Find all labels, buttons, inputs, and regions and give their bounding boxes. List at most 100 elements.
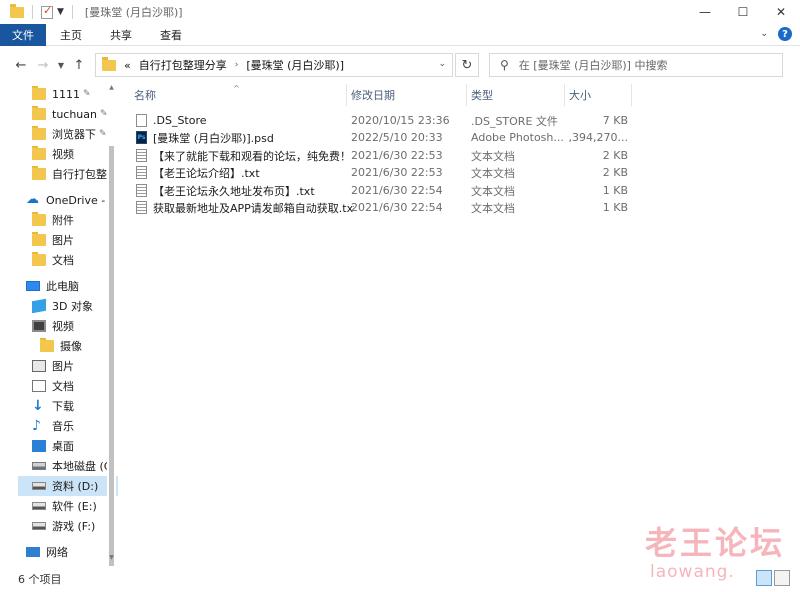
minimize-button[interactable]: — (686, 0, 724, 24)
file-row[interactable]: 【老王论坛永久地址发布页】.txt 2021/6/30 22:54 文本文档 1… (132, 182, 630, 199)
sidebar-item-onedrive-pictures[interactable]: 图片 (32, 230, 118, 250)
tab-file[interactable]: 文件 (0, 23, 46, 46)
details-view-icon[interactable] (756, 570, 772, 586)
address-history-chevron-down-icon[interactable]: ⌄ (438, 59, 446, 69)
up-arrow-icon[interactable]: ↑ (68, 54, 90, 76)
scrollbar-thumb[interactable] (109, 146, 114, 592)
sidebar-item-network[interactable]: 网络 (26, 542, 118, 562)
sidebar-item-onedrive-documents[interactable]: 文档 (32, 250, 118, 270)
folder-icon (32, 146, 46, 160)
text-file-icon (136, 149, 147, 162)
file-name: 【老王论坛介绍】.txt (153, 166, 260, 180)
tab-share[interactable]: 共享 (96, 24, 146, 46)
sidebar-item-tuchuan[interactable]: tuchuan ✎ (32, 104, 118, 124)
address-bar[interactable]: « 自行打包整理分享 › [曼珠堂 (月白沙耶)] ⌄ (95, 53, 453, 77)
sidebar-item-self-packaged[interactable]: 自行打包整 (32, 164, 118, 184)
sidebar-item-label: 摄像 (60, 340, 82, 353)
back-arrow-icon[interactable]: ← (10, 54, 32, 76)
breadcrumb-item[interactable]: 自行打包整理分享 (139, 57, 227, 73)
drive-icon (32, 522, 46, 530)
sidebar-item-label: 图片 (52, 360, 74, 373)
file-row[interactable]: 获取最新地址及APP请发邮箱自动获取.txt 2021/6/30 22:54 文… (132, 199, 630, 216)
sidebar-item-desktop[interactable]: 桌面 (32, 436, 118, 456)
sidebar-item-browser-downloads[interactable]: 浏览器下 ✎ (32, 124, 118, 144)
sidebar-item-onedrive[interactable]: ☁ OneDrive - P (26, 190, 118, 210)
address-row: ← → ▼ ↑ « 自行打包整理分享 › [曼珠堂 (月白沙耶)] ⌄ ↻ ⚲ (0, 47, 800, 83)
ribbon-tabs: 文件 主页 共享 查看 ⌄ ? (0, 23, 800, 46)
tab-view[interactable]: 查看 (146, 24, 196, 46)
pin-icon: ✎ (83, 89, 91, 99)
sidebar-item-documents[interactable]: 文档 (32, 376, 118, 396)
search-icon: ⚲ (500, 58, 509, 72)
tab-home[interactable]: 主页 (46, 24, 96, 46)
sidebar-item-label: 浏览器下 (52, 128, 96, 141)
file-row[interactable]: Ps [曼珠堂 (月白沙耶)].psd 2022/5/10 20:33 Adobe… (132, 129, 630, 146)
quick-access-toolbar: ▼ (10, 0, 77, 24)
large-icons-view-icon[interactable] (774, 570, 790, 586)
column-header-date[interactable]: 修改日期 (347, 84, 467, 106)
sidebar-item-label: 音乐 (52, 420, 74, 433)
sidebar-item-label: 文档 (52, 380, 74, 393)
forward-arrow-icon[interactable]: → (32, 54, 54, 76)
close-button[interactable]: ✕ (762, 0, 800, 24)
generic-file-icon (136, 114, 147, 127)
desktop-icon (32, 440, 46, 452)
search-input[interactable] (518, 58, 769, 72)
sidebar-item-videos[interactable]: 视频 (32, 316, 118, 336)
sidebar-item-label: 软件 (E:) (52, 500, 97, 513)
folder-icon (10, 3, 24, 18)
file-date: 2021/6/30 22:54 (351, 184, 443, 197)
column-header-name[interactable]: 名称 (130, 84, 347, 106)
customize-toolbar-dropdown-icon[interactable]: ▼ (57, 7, 64, 17)
scroll-down-icon[interactable]: ▼ (107, 554, 116, 564)
ribbon-right-controls: ⌄ ? (760, 27, 792, 41)
window-controls: — ☐ ✕ (686, 0, 800, 24)
maximize-button[interactable]: ☐ (724, 0, 762, 24)
breadcrumb-overflow[interactable]: « (124, 59, 131, 72)
sidebar-item-label: 下载 (52, 400, 74, 413)
help-icon[interactable]: ? (778, 27, 792, 41)
photoshop-file-icon: Ps (136, 131, 147, 144)
sidebar-item-downloads[interactable]: ↓ 下载 (32, 396, 118, 416)
folder-icon (32, 86, 46, 100)
search-box[interactable]: ⚲ (489, 53, 783, 77)
scroll-up-icon[interactable]: ▲ (107, 84, 116, 94)
file-row[interactable]: 【来了就能下载和观看的论坛，纯免费！... 2021/6/30 22:53 文本… (132, 147, 630, 164)
file-type: .DS_STORE 文件 (471, 114, 558, 128)
sidebar-item-label: 本地磁盘 (C: (52, 460, 116, 473)
sidebar-item-this-pc[interactable]: 此电脑 (26, 276, 118, 296)
view-switcher (756, 570, 790, 586)
sidebar-item-label: 此电脑 (46, 280, 79, 293)
breadcrumb-chevron-icon[interactable]: › (235, 60, 239, 70)
sidebar-item-drive-e[interactable]: 软件 (E:) (32, 496, 118, 516)
sidebar-item-drive-c[interactable]: 本地磁盘 (C: (32, 456, 118, 476)
folder-icon (32, 212, 46, 226)
sidebar-item-videos-quick[interactable]: 视频 (32, 144, 118, 164)
file-row[interactable]: .DS_Store 2020/10/15 23:36 .DS_STORE 文件 … (132, 112, 630, 129)
breadcrumb-item-current[interactable]: [曼珠堂 (月白沙耶)] (246, 57, 344, 73)
folder-icon (32, 252, 46, 266)
file-type: 文本文档 (471, 166, 515, 180)
sidebar-item-attachments[interactable]: 附件 (32, 210, 118, 230)
sidebar-item-drive-f[interactable]: 游戏 (F:) (32, 516, 118, 536)
pin-icon: ✎ (99, 129, 107, 139)
sidebar-item-3d-objects[interactable]: 3D 对象 (32, 296, 118, 316)
properties-icon[interactable] (41, 4, 53, 19)
file-row[interactable]: 【老王论坛介绍】.txt 2021/6/30 22:53 文本文档 2 KB (132, 164, 630, 181)
expand-ribbon-chevron-down-icon[interactable]: ⌄ (760, 29, 768, 39)
navigation-scrollbar[interactable]: ▲ ▼ (107, 84, 116, 592)
column-header-type[interactable]: 类型 (467, 84, 565, 106)
sidebar-item-1111[interactable]: 1111 ✎ (32, 84, 118, 104)
sidebar-item-pictures[interactable]: 图片 (32, 356, 118, 376)
window-title: [曼珠堂 (月白沙耶)] (84, 6, 183, 19)
file-date: 2020/10/15 23:36 (351, 114, 450, 127)
column-header-size[interactable]: 大小 (565, 84, 632, 106)
recent-locations-chevron-down-icon[interactable]: ▼ (54, 54, 68, 76)
sidebar-item-label: 3D 对象 (52, 300, 93, 313)
refresh-icon[interactable]: ↻ (455, 53, 479, 77)
sidebar-item-drive-d[interactable]: 资料 (D:) (18, 476, 118, 496)
folder-icon (102, 56, 116, 71)
folder-icon (32, 126, 46, 140)
sidebar-item-music[interactable]: ♪ 音乐 (32, 416, 118, 436)
file-type: 文本文档 (471, 201, 515, 215)
